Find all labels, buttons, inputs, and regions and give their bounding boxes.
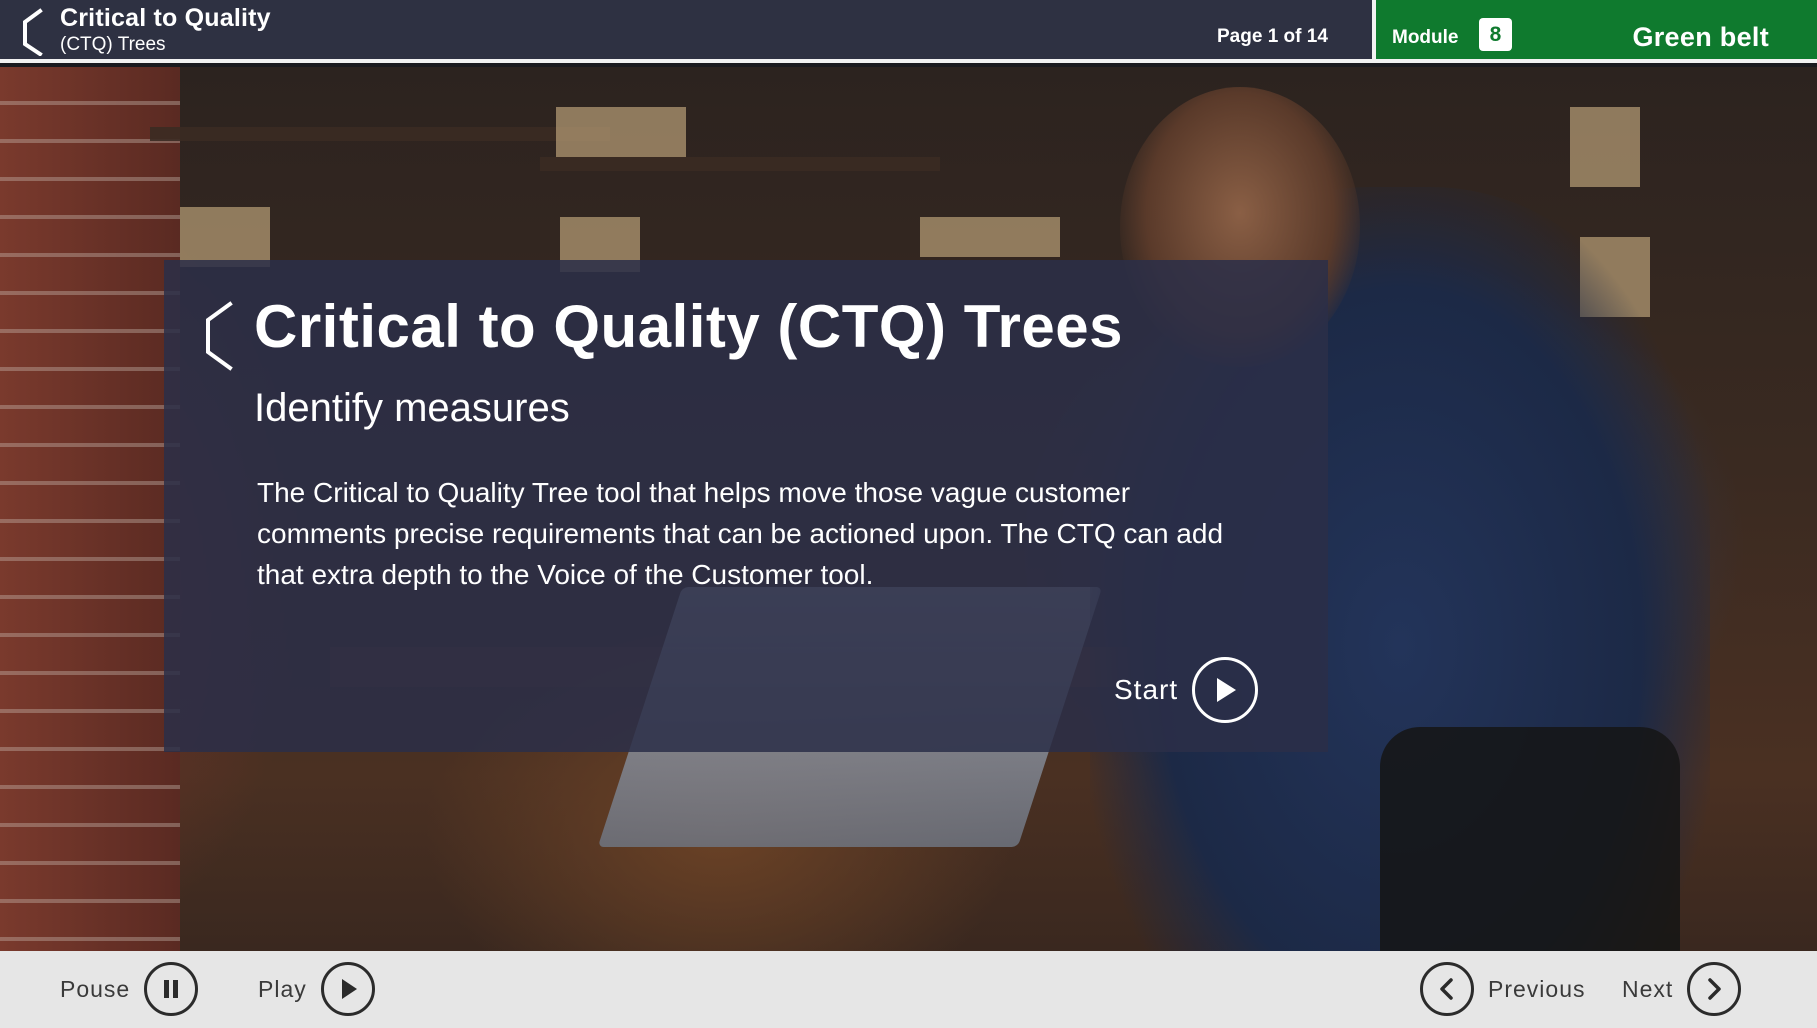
chevron-right-icon[interactable]	[1687, 962, 1742, 1016]
course-title: Critical to Quality	[60, 4, 271, 32]
module-number-badge: 8	[1479, 18, 1512, 51]
intro-card: Critical to Quality (CTQ) Trees Identify…	[164, 260, 1328, 752]
play-icon[interactable]	[320, 962, 375, 1016]
course-subtitle: (CTQ) Trees	[60, 34, 166, 55]
books	[920, 217, 1060, 257]
brick-wall	[0, 67, 180, 951]
play-label: Play	[258, 975, 307, 1002]
intro-text: The Critical to Quality Tree tool that h…	[257, 477, 1224, 590]
page-subtitle: Identify measures	[254, 386, 570, 430]
play-icon[interactable]	[1192, 657, 1259, 723]
module-panel: Module 8 Green belt	[1372, 0, 1817, 63]
bookshelf	[540, 157, 940, 171]
bracket-back-icon[interactable]	[18, 8, 46, 56]
books	[556, 107, 686, 157]
page-title: Critical to Quality (CTQ) Trees	[254, 293, 1124, 360]
previous-button[interactable]: Previous	[1420, 961, 1585, 1017]
module-label: Module	[1392, 27, 1459, 48]
play-button[interactable]: Play	[258, 961, 375, 1017]
pause-icon[interactable]	[144, 962, 199, 1016]
bracket-icon	[206, 301, 233, 371]
previous-label: Previous	[1488, 975, 1586, 1002]
footer-controls: Pouse Play Previous Next	[0, 951, 1817, 1028]
belt-level-label: Green belt	[1632, 22, 1769, 52]
pause-label: Pouse	[60, 975, 131, 1002]
page-indicator: Page 1 of 14	[1217, 26, 1328, 47]
next-label: Next	[1622, 975, 1674, 1002]
bookshelf	[150, 127, 610, 141]
next-button[interactable]: Next	[1622, 961, 1742, 1017]
books	[1570, 107, 1640, 187]
start-label: Start	[1114, 674, 1179, 705]
start-button[interactable]: Start	[1114, 655, 1259, 725]
chair	[1380, 727, 1680, 951]
chevron-left-icon[interactable]	[1420, 962, 1474, 1016]
books	[180, 207, 270, 267]
pause-button[interactable]: Pouse	[60, 961, 199, 1017]
